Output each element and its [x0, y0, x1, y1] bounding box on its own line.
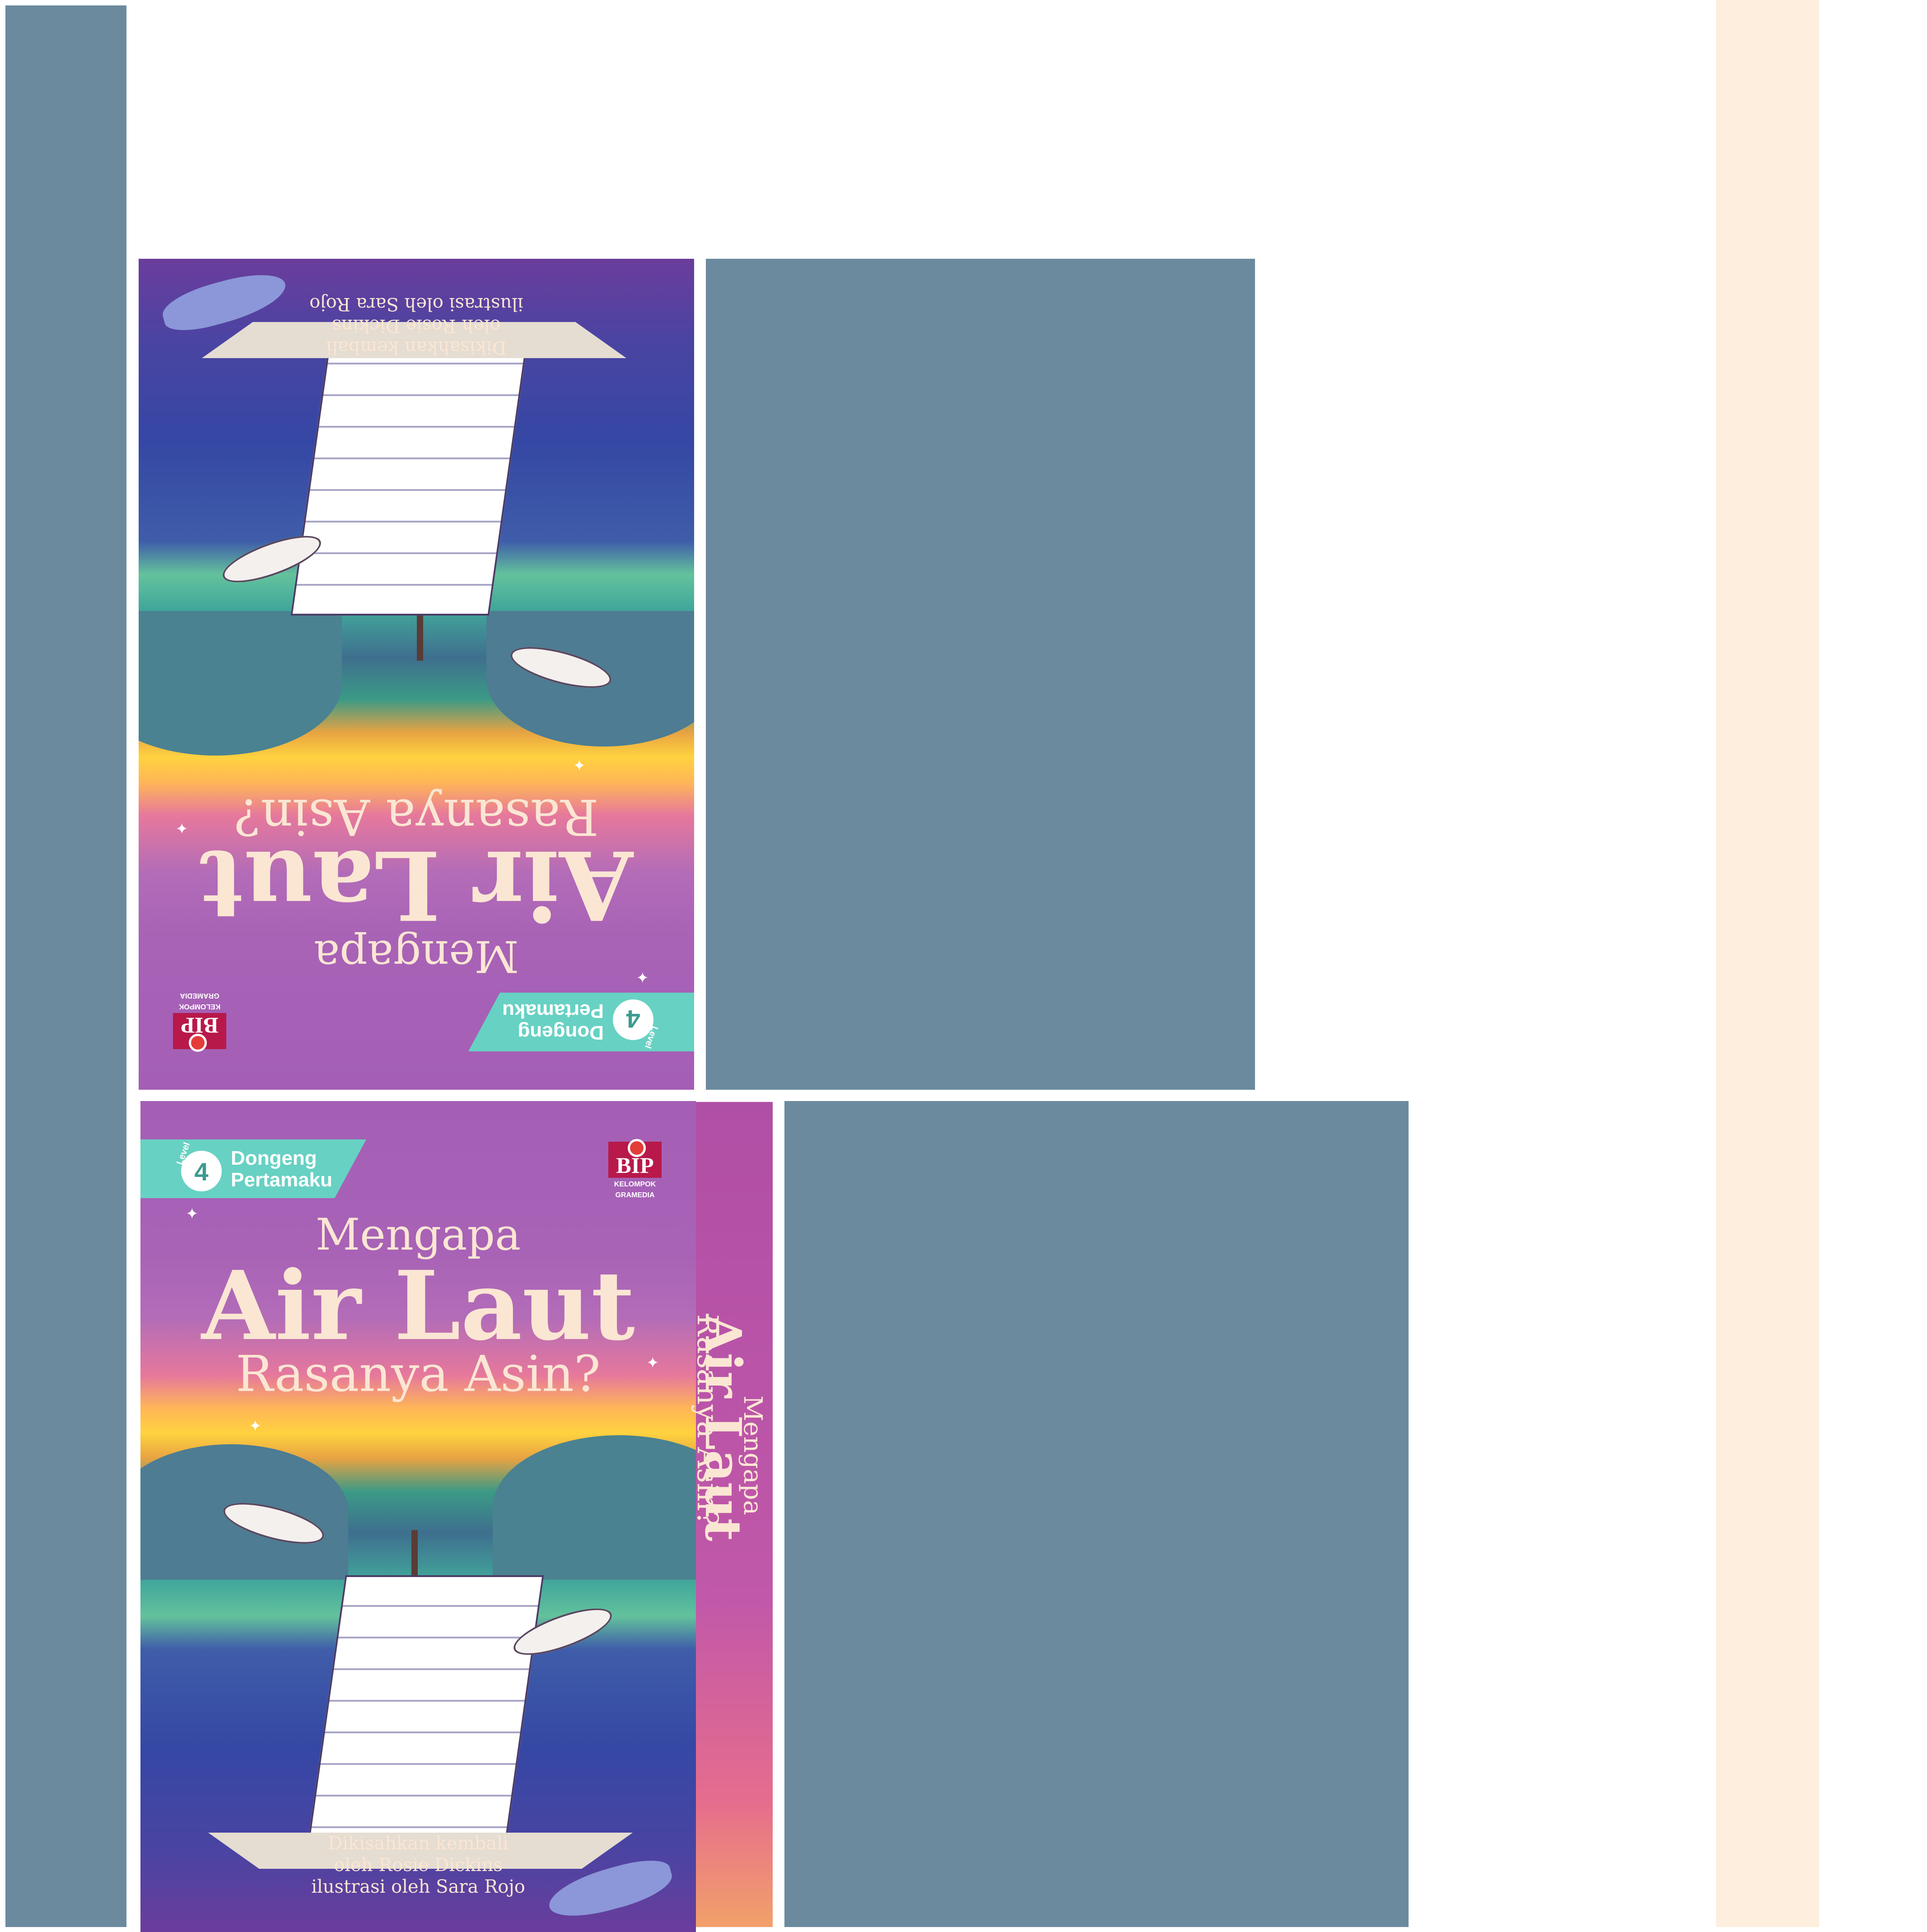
series-name: Dongeng Pertamaku: [502, 1000, 604, 1043]
title-line-3: Rasanya Asin?: [236, 1345, 601, 1403]
series-badge: Level 4 Dongeng Pertamaku: [468, 993, 694, 1051]
series-line-1: Dongeng: [231, 1147, 317, 1169]
hill-shape: [493, 1435, 696, 1580]
star-icon: ✦: [573, 756, 586, 774]
credits-line-2: oleh Rosie Dickins: [334, 1855, 503, 1876]
book-front-cover: Level 4 Dongeng Pertamaku BIP KELOMPOK G…: [140, 1101, 696, 1932]
series-badge: Level 4 Dongeng Pertamaku: [140, 1139, 366, 1198]
star-icon: ✦: [249, 1417, 262, 1435]
book-spine: Mengapa Air Laut Rasanya Asin?: [691, 1102, 773, 1927]
sail: [290, 336, 529, 616]
series-line-2: Pertamaku: [231, 1169, 333, 1191]
star-icon: ✦: [175, 819, 189, 837]
publisher-logo: BIP KELOMPOK GRAMEDIA: [606, 1139, 664, 1199]
bip-logo: BIP: [173, 1013, 226, 1049]
left-slate-bar: [5, 5, 126, 1927]
title-line-2: Air Laut: [200, 829, 633, 941]
credits-line-3: ilustrasi oleh Sara Rojo: [311, 1876, 525, 1897]
star-icon: ✦: [646, 1354, 659, 1372]
right-cream-bar: [1716, 0, 1819, 1927]
credits-line-2: oleh Rosie Dickins: [332, 315, 501, 336]
series-name: Dongeng Pertamaku: [231, 1148, 332, 1191]
credits-line-3: ilustrasi oleh Sara Rojo: [309, 294, 523, 314]
book-cover-inverted: Level 4 Dongeng Pertamaku BIP KELOMPOK G…: [139, 259, 694, 1090]
title-line-3: Rasanya Asin?: [234, 788, 599, 846]
publisher-sub-1: KELOMPOK: [178, 1003, 221, 1010]
star-icon: ✦: [636, 968, 649, 986]
publisher-sub-1: KELOMPOK: [614, 1181, 656, 1188]
credits-line-1: Dikisahkan kembali: [328, 1833, 509, 1854]
series-line-2: Pertamaku: [502, 1000, 604, 1022]
publisher-sub-2: GRAMEDIA: [615, 1191, 655, 1199]
credits-line-1: Dikisahkan kembali: [326, 337, 507, 358]
sail: [306, 1575, 544, 1855]
series-line-1: Dongeng: [518, 1022, 604, 1044]
spine-line-3: Rasanya Asin?: [691, 1314, 724, 1526]
publisher-sub-2: GRAMEDIA: [180, 992, 219, 999]
level-number: 4: [181, 1151, 222, 1191]
spine-title: Mengapa Air Laut Rasanya Asin?: [691, 1102, 773, 1927]
bip-logo: BIP: [608, 1139, 662, 1178]
slate-panel-bottom: [784, 1101, 1409, 1927]
credits: Dikisahkan kembali oleh Rosie Dickins il…: [140, 1833, 696, 1898]
slate-panel-top: [706, 259, 1255, 1090]
level-number: 4: [613, 999, 653, 1040]
hill-shape: [139, 611, 342, 756]
credits: Dikisahkan kembali oleh Rosie Dickins il…: [139, 293, 694, 358]
publisher-logo: BIP KELOMPOK GRAMEDIA: [170, 991, 229, 1049]
star-icon: ✦: [186, 1205, 199, 1223]
